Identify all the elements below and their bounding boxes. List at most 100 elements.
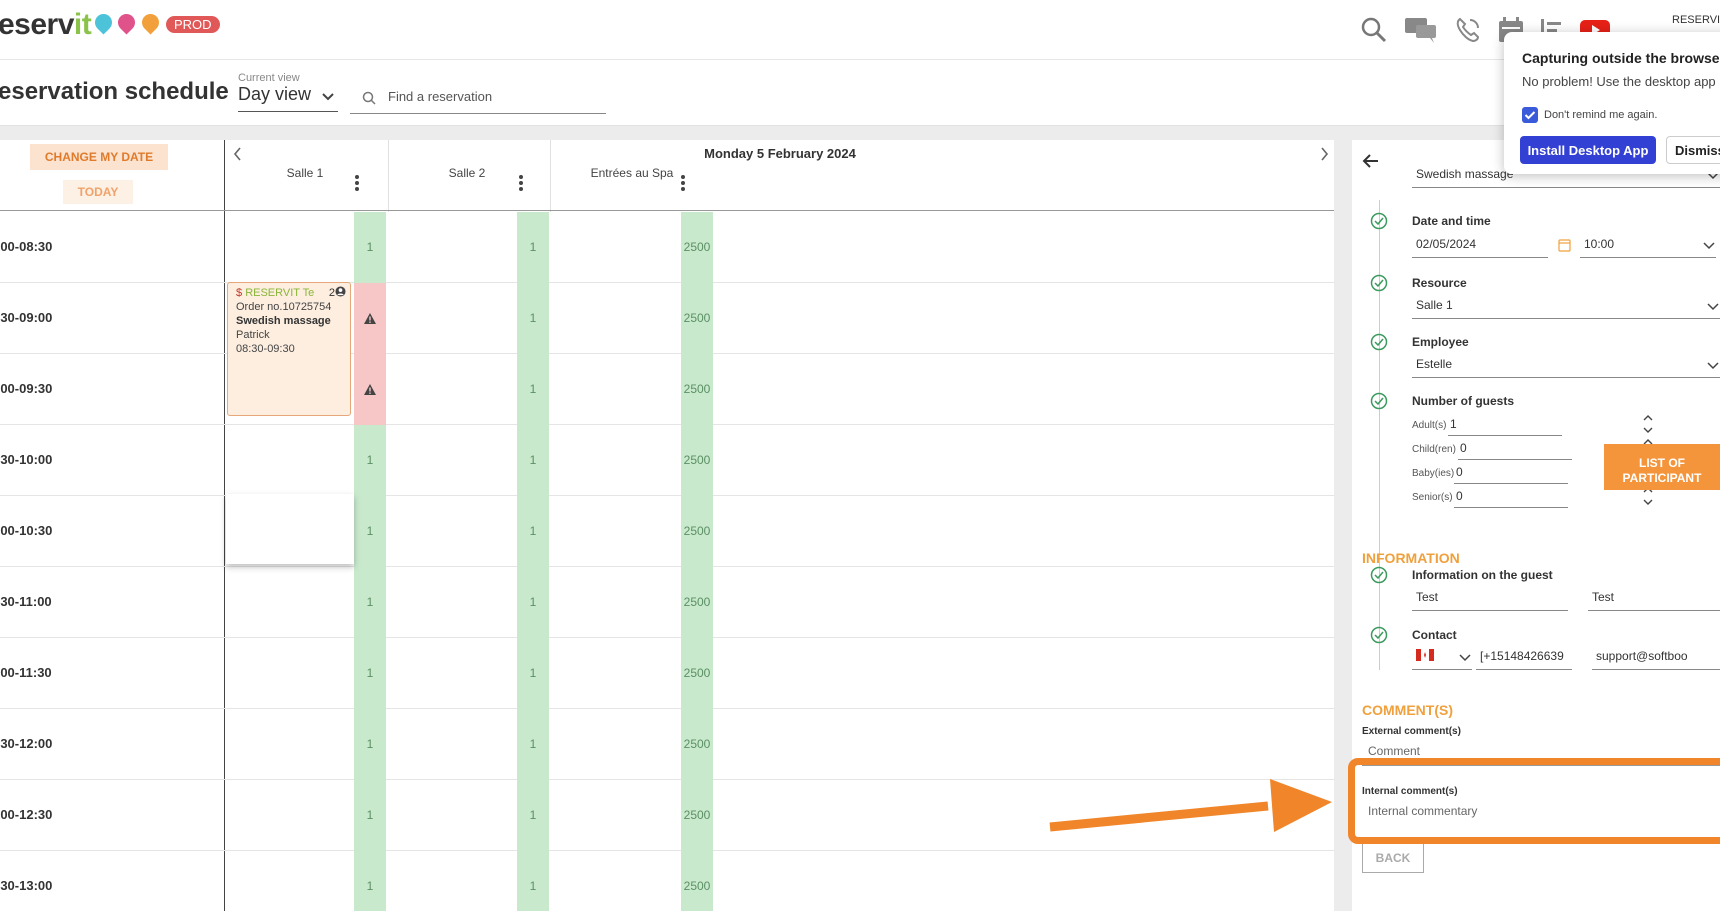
list-participants-button[interactable]: LIST OF PARTICIPANT <box>1604 444 1720 490</box>
guest-type-label: Senior(s) <box>1412 492 1453 503</box>
resource-header-salle-1: Salle 1 <box>286 166 324 180</box>
chat-icon[interactable] <box>1404 16 1438 44</box>
capacity-cell[interactable]: 1 <box>517 425 549 496</box>
change-date-button[interactable]: CHANGE MY DATE <box>30 144 168 170</box>
first-name-input[interactable]: Test <box>1412 587 1568 611</box>
capacity-cell[interactable]: 1 <box>354 709 386 780</box>
date-input[interactable]: 02/05/2024 <box>1412 234 1548 258</box>
country-code-select[interactable] <box>1412 646 1472 670</box>
capacity-cell[interactable]: 1 <box>517 212 549 283</box>
table-row: :30-11:00 1 1 2500 <box>0 567 1334 638</box>
kebab-menu-icon[interactable] <box>518 174 524 192</box>
row-time: :00-11:30 <box>0 665 52 680</box>
capacity-cell[interactable]: 2500 <box>681 283 713 354</box>
booking-service: Swedish massage <box>236 315 331 327</box>
table-row: :00-11:30 1 1 2500 <box>0 638 1334 709</box>
capacity-cell[interactable]: 1 <box>517 780 549 851</box>
env-badge: PROD <box>166 16 220 33</box>
checkmark-icon <box>1524 111 1536 120</box>
capacity-cell[interactable]: 1 <box>517 851 549 911</box>
row-time: :30-11:00 <box>0 594 52 609</box>
capacity-cell[interactable]: 1 <box>354 567 386 638</box>
guest-count-input[interactable]: 1 <box>1448 414 1562 436</box>
schedule-header: eservation schedule Current view Day vie… <box>0 60 1720 126</box>
back-button[interactable]: BACK <box>1362 843 1424 873</box>
capacity-cell[interactable]: 1 <box>517 638 549 709</box>
chevron-down-icon <box>1459 654 1471 662</box>
guest-type-label: Child(ren) <box>1412 444 1456 455</box>
check-circle-icon <box>1370 212 1388 230</box>
capacity-cell[interactable]: 1 <box>517 496 549 567</box>
resource-header-spa: Entrées au Spa <box>590 166 674 180</box>
booking-time: 08:30-09:30 <box>236 343 295 355</box>
table-row: :00-08:30 1 1 2500 <box>0 212 1334 283</box>
booking-card[interactable]: $ RESERVIT Te 2 Order no.10725754 Swedis… <box>227 282 351 416</box>
last-name-input[interactable]: Test <box>1588 587 1720 611</box>
pin-icon <box>91 10 116 35</box>
capacity-cell[interactable]: 2500 <box>681 496 713 567</box>
capacity-cell[interactable]: 1 <box>517 283 549 354</box>
capacity-cell[interactable]: 2500 <box>681 780 713 851</box>
desktop-app-popup: Capturing outside the browser? No proble… <box>1504 32 1720 174</box>
capacity-cell[interactable] <box>354 354 386 425</box>
install-desktop-app-button[interactable]: Install Desktop App <box>1520 136 1656 164</box>
capacity-cell[interactable]: 1 <box>354 638 386 709</box>
search-icon[interactable] <box>1360 16 1388 44</box>
capacity-cell[interactable]: 2500 <box>681 567 713 638</box>
stepper-arrows-icon[interactable] <box>1642 412 1654 436</box>
capacity-cell[interactable]: 2500 <box>681 851 713 911</box>
capacity-cell[interactable]: 2500 <box>681 212 713 283</box>
capacity-cell[interactable]: 2500 <box>681 638 713 709</box>
back-arrow-icon[interactable] <box>1362 152 1380 170</box>
capacity-cell[interactable]: 1 <box>354 780 386 851</box>
warning-icon <box>364 313 376 325</box>
dont-remind-checkbox[interactable] <box>1522 107 1538 123</box>
capacity-cell[interactable]: 2500 <box>681 709 713 780</box>
capacity-cell[interactable]: 1 <box>517 354 549 425</box>
email-input[interactable]: support@softboo <box>1592 646 1720 670</box>
view-select-value: Day view <box>238 84 312 104</box>
service-value: Swedish massage <box>1416 167 1514 181</box>
search-input[interactable] <box>388 89 598 104</box>
capacity-cell[interactable] <box>354 283 386 354</box>
resource-select[interactable]: Salle 1 <box>1412 295 1720 319</box>
capacity-cell[interactable]: 1 <box>354 425 386 496</box>
capacity-cell[interactable]: 2500 <box>681 425 713 496</box>
chevron-right-icon[interactable] <box>1318 146 1330 162</box>
employee-select[interactable]: Estelle <box>1412 354 1720 378</box>
time-select[interactable]: 10:00 <box>1580 234 1716 258</box>
check-circle-icon <box>1370 392 1388 410</box>
calendar-icon[interactable] <box>1558 238 1571 252</box>
phone-input[interactable]: [+15148426639 <box>1476 646 1572 670</box>
booking-client: RESERVIT Te <box>245 287 315 299</box>
information-section-title: INFORMATION <box>1362 550 1460 566</box>
header-divider <box>0 210 1334 211</box>
app-logo[interactable]: eservit <box>0 8 92 42</box>
capacity-cell[interactable]: 2500 <box>681 354 713 425</box>
guest-count-input[interactable]: 0 <box>1458 438 1572 460</box>
empty-slot-card[interactable] <box>226 494 354 564</box>
comments-section-title: COMMENT(S) <box>1362 702 1453 718</box>
kebab-menu-icon[interactable] <box>354 174 360 192</box>
capacity-cell[interactable]: 1 <box>354 212 386 283</box>
row-time: :30-10:00 <box>0 452 53 467</box>
capacity-cell[interactable]: 1 <box>354 851 386 911</box>
table-row: :30-09:00 1 2500 <box>0 283 1334 354</box>
capacity-cell[interactable]: 1 <box>517 709 549 780</box>
row-time: :00-12:30 <box>0 807 53 822</box>
phone-icon[interactable] <box>1454 16 1482 44</box>
kebab-menu-icon[interactable] <box>680 174 686 192</box>
dismiss-button[interactable]: Dismiss <box>1666 136 1720 164</box>
user-label[interactable]: RESERVIT <box>1672 14 1720 26</box>
guest-count-input[interactable]: 0 <box>1454 462 1568 484</box>
capacity-cell[interactable]: 1 <box>517 567 549 638</box>
row-time: :00-10:30 <box>0 523 53 538</box>
today-button[interactable]: TODAY <box>63 180 133 204</box>
guest-count-input[interactable]: 0 <box>1454 486 1568 508</box>
view-select[interactable]: Day view <box>238 84 338 112</box>
reservation-search[interactable] <box>350 84 606 114</box>
booking-employee: Patrick <box>236 329 270 341</box>
chevron-left-icon[interactable] <box>232 146 244 162</box>
chevron-down-icon <box>1707 362 1719 370</box>
capacity-cell[interactable]: 1 <box>354 496 386 567</box>
